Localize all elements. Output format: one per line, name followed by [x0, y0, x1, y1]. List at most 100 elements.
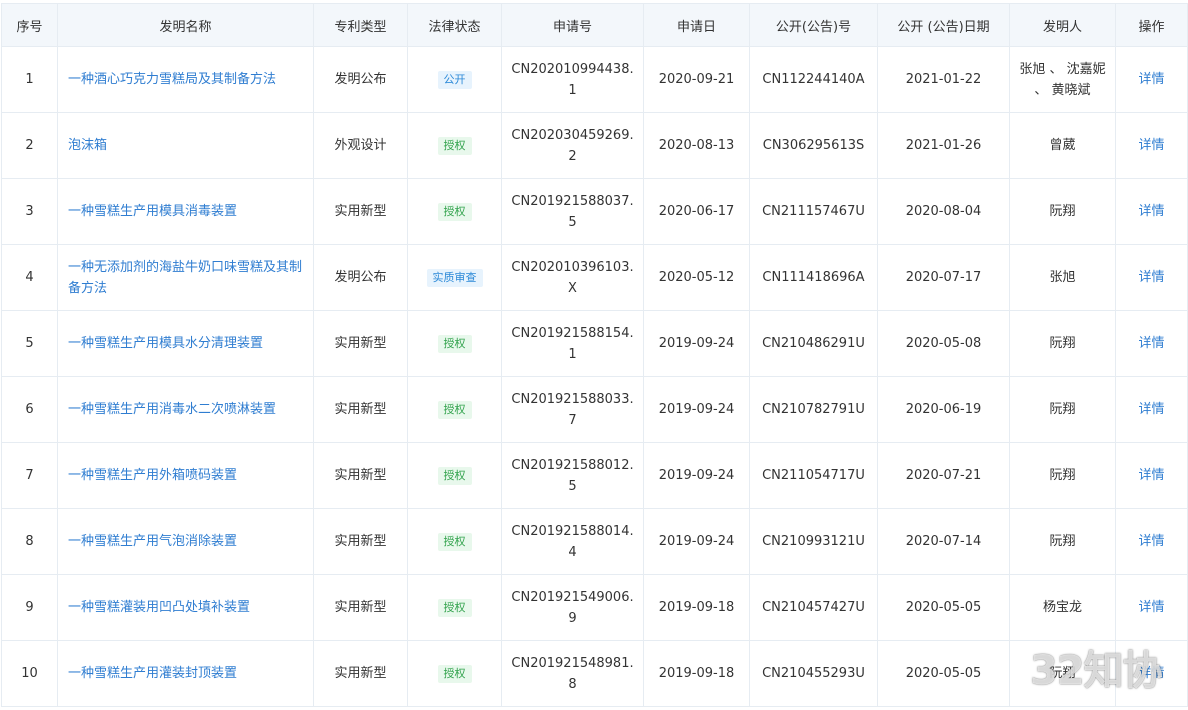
patent-name-link[interactable]: 一种雪糕生产用气泡消除装置: [68, 534, 237, 549]
status-badge: 实质审查: [426, 269, 483, 287]
status-badge: 授权: [437, 401, 472, 419]
cell-inventor: 阮翔: [1009, 376, 1116, 443]
cell-legal-status: 公开: [407, 46, 502, 113]
cell-application-no: CN201921548981.8: [501, 640, 644, 707]
cell-publication-no: CN210486291U: [749, 310, 878, 377]
cell-application-no: CN201921588014.4: [501, 508, 644, 575]
patent-name-link[interactable]: 一种雪糕生产用消毒水二次喷淋装置: [68, 402, 276, 417]
inventor-text: 阮翔: [1049, 534, 1076, 549]
details-link[interactable]: 详情: [1138, 402, 1164, 417]
patent-name-link[interactable]: 一种雪糕灌装用凹凸处填补装置: [68, 600, 250, 615]
cell-no-text: 9: [25, 600, 34, 615]
inventor-text: 阮翔: [1049, 402, 1076, 417]
cell-no: 4: [1, 244, 58, 311]
inventor-text: 阮翔: [1049, 666, 1076, 681]
status-badge: 授权: [437, 467, 472, 485]
cell-no-text: 2: [25, 138, 34, 153]
cell-inventor: 阮翔: [1009, 310, 1116, 377]
patent-name-link[interactable]: 泡沫箱: [68, 138, 107, 153]
cell-publication-no: CN211054717U: [749, 442, 878, 509]
cell-application-date-text: 2019-09-18: [658, 600, 735, 615]
details-link[interactable]: 详情: [1138, 666, 1164, 681]
cell-publication-no: CN210782791U: [749, 376, 878, 443]
patent-name-link[interactable]: 一种雪糕生产用模具消毒装置: [68, 204, 237, 219]
cell-action: 详情: [1115, 112, 1188, 179]
cell-patent-type-text: 实用新型: [334, 534, 387, 549]
cell-inventor: 阮翔: [1009, 640, 1116, 707]
status-badge: 授权: [437, 599, 472, 617]
table-body: 1 一种酒心巧克力雪糕局及其制备方法 发明公布 公开 CN202010994438.1 2…: [1, 46, 1188, 707]
patent-name-link[interactable]: 一种酒心巧克力雪糕局及其制备方法: [68, 72, 276, 87]
cell-publication-no-text: CN210457427U: [762, 600, 865, 615]
header-no: 序号: [1, 3, 58, 47]
cell-inventor: 阮翔: [1009, 178, 1116, 245]
cell-application-no-text: CN201921588014.4: [511, 523, 634, 560]
cell-patent-name: 一种酒心巧克力雪糕局及其制备方法: [57, 46, 314, 113]
cell-patent-type: 实用新型: [313, 178, 408, 245]
cell-application-date-text: 2019-09-24: [658, 534, 735, 549]
cell-action: 详情: [1115, 574, 1188, 641]
cell-application-no-text: CN201921588154.1: [511, 325, 634, 362]
details-link[interactable]: 详情: [1138, 534, 1164, 549]
cell-application-date: 2019-09-18: [643, 640, 750, 707]
cell-application-date: 2020-06-17: [643, 178, 750, 245]
cell-publication-no-text: CN111418696A: [762, 270, 865, 285]
patent-name-link[interactable]: 一种雪糕生产用外箱喷码装置: [68, 468, 237, 483]
details-link[interactable]: 详情: [1138, 138, 1164, 153]
cell-application-no-text: CN201921588037.5: [511, 193, 634, 230]
header-pub-date: 公开 (公告)日期: [877, 3, 1010, 47]
cell-publication-date: 2020-07-21: [877, 442, 1010, 509]
cell-action: 详情: [1115, 508, 1188, 575]
details-link[interactable]: 详情: [1138, 270, 1164, 285]
header-inventor: 发明人: [1009, 3, 1116, 47]
cell-legal-status: 授权: [407, 310, 502, 377]
table-header-row: 序号 发明名称 专利类型 法律状态 申请号 申请日 公开(公告)号 公开 (公告…: [1, 3, 1188, 47]
table-row: 2 泡沫箱 外观设计 授权 CN202030459269.2 2020-08-13 CN30…: [1, 112, 1188, 179]
patent-name-link[interactable]: 一种无添加剂的海盐牛奶口味雪糕及其制备方法: [68, 260, 302, 296]
cell-patent-type: 发明公布: [313, 244, 408, 311]
cell-patent-type-text: 实用新型: [334, 204, 387, 219]
cell-no: 8: [1, 508, 58, 575]
details-link[interactable]: 详情: [1138, 336, 1164, 351]
cell-publication-no: CN112244140A: [749, 46, 878, 113]
cell-application-date-text: 2019-09-24: [658, 402, 735, 417]
cell-application-date-text: 2020-06-17: [658, 204, 735, 219]
cell-application-date-text: 2020-08-13: [658, 138, 735, 153]
cell-application-no-text: CN201921549006.9: [511, 589, 634, 626]
cell-publication-date: 2021-01-22: [877, 46, 1010, 113]
cell-publication-date-text: 2020-07-14: [905, 534, 982, 549]
cell-patent-name: 一种雪糕生产用模具消毒装置: [57, 178, 314, 245]
cell-publication-no: CN111418696A: [749, 244, 878, 311]
patent-name-link[interactable]: 一种雪糕生产用灌装封顶装置: [68, 666, 237, 681]
details-link[interactable]: 详情: [1138, 204, 1164, 219]
cell-no: 5: [1, 310, 58, 377]
cell-action: 详情: [1115, 310, 1188, 377]
status-badge: 公开: [437, 71, 472, 89]
cell-inventor: 曾葳: [1009, 112, 1116, 179]
cell-application-no-text: CN201921588033.7: [511, 391, 634, 428]
header-app-date: 申请日: [643, 3, 750, 47]
cell-patent-type: 实用新型: [313, 508, 408, 575]
cell-publication-no-text: CN112244140A: [762, 72, 865, 87]
details-link[interactable]: 详情: [1138, 468, 1164, 483]
cell-application-no: CN202010396103.X: [501, 244, 644, 311]
cell-patent-name: 一种雪糕生产用灌装封顶装置: [57, 640, 314, 707]
patent-name-link[interactable]: 一种雪糕生产用模具水分清理装置: [68, 336, 263, 351]
cell-publication-no: CN306295613S: [749, 112, 878, 179]
cell-legal-status: 授权: [407, 508, 502, 575]
cell-action: 详情: [1115, 442, 1188, 509]
inventor-text: 张旭: [1049, 270, 1076, 285]
cell-application-no: CN201921588037.5: [501, 178, 644, 245]
cell-publication-date: 2021-01-26: [877, 112, 1010, 179]
cell-patent-name: 一种无添加剂的海盐牛奶口味雪糕及其制备方法: [57, 244, 314, 311]
cell-inventor: 阮翔: [1009, 508, 1116, 575]
cell-application-no: CN201921549006.9: [501, 574, 644, 641]
cell-no-text: 6: [25, 402, 34, 417]
cell-patent-type-text: 实用新型: [334, 402, 387, 417]
cell-action: 详情: [1115, 244, 1188, 311]
cell-patent-name: 泡沫箱: [57, 112, 314, 179]
details-link[interactable]: 详情: [1138, 600, 1164, 615]
cell-patent-name: 一种雪糕生产用气泡消除装置: [57, 508, 314, 575]
details-link[interactable]: 详情: [1138, 72, 1164, 87]
cell-patent-type-text: 发明公布: [334, 72, 387, 87]
